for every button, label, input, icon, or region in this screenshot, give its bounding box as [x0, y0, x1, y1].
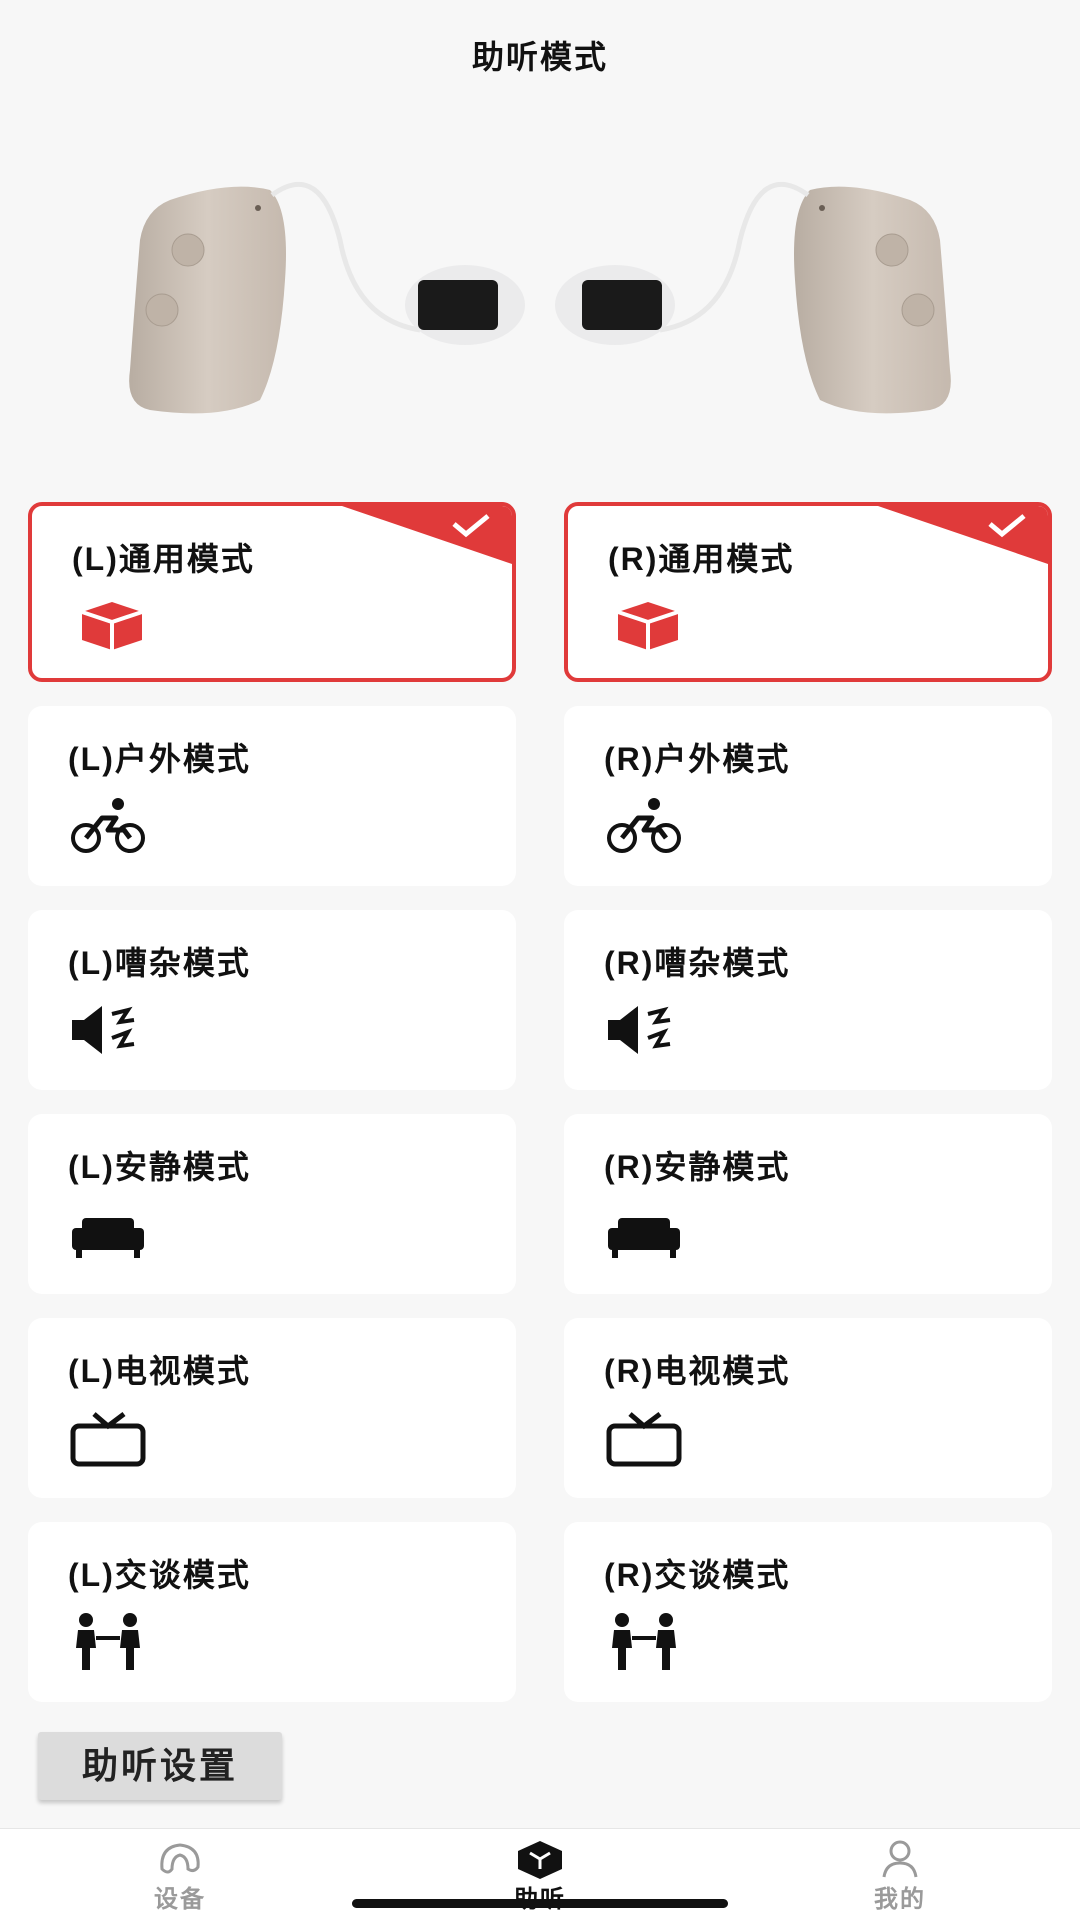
hearing-cube-icon: [514, 1839, 566, 1879]
bicycle-icon: [604, 796, 684, 856]
tv-icon: [604, 1408, 684, 1468]
mode-card-left[interactable]: (L)安静模式: [28, 1114, 516, 1294]
user-icon: [874, 1839, 926, 1879]
mode-label: (R)电视模式: [604, 1353, 791, 1389]
mode-card-right[interactable]: (R)电视模式: [564, 1318, 1052, 1498]
selected-check-icon: [342, 506, 512, 564]
mode-card-left[interactable]: (L)电视模式: [28, 1318, 516, 1498]
mode-card-left[interactable]: (L)嘈杂模式: [28, 910, 516, 1090]
speaker-noise-icon: [68, 1000, 148, 1060]
device-icon: [154, 1839, 206, 1879]
tv-icon: [68, 1408, 148, 1468]
hearing-aids-image: [0, 160, 1080, 460]
tab-device[interactable]: 设备: [80, 1829, 280, 1921]
people-talking-icon: [68, 1612, 148, 1672]
tab-mine[interactable]: 我的: [800, 1829, 1000, 1921]
sofa-icon: [604, 1204, 684, 1264]
tab-label: 助听: [440, 1879, 640, 1914]
mode-label: (L)嘈杂模式: [68, 945, 251, 981]
mode-card-right[interactable]: (R)安静模式: [564, 1114, 1052, 1294]
mode-label: (L)通用模式: [72, 541, 255, 577]
mode-label: (R)通用模式: [608, 541, 795, 577]
check-icon: [878, 506, 1048, 564]
tab-label: 我的: [874, 1886, 926, 1913]
mode-label: (R)嘈杂模式: [604, 945, 791, 981]
cube-icon: [608, 596, 688, 656]
hearing-settings-button[interactable]: 助听设置: [38, 1732, 282, 1800]
sofa-icon: [68, 1204, 148, 1264]
mode-card-left[interactable]: (L)户外模式: [28, 706, 516, 886]
mode-card-left[interactable]: (L)通用模式: [28, 502, 516, 682]
mode-card-right[interactable]: (R)交谈模式: [564, 1522, 1052, 1702]
mode-label: (L)安静模式: [68, 1149, 251, 1185]
speaker-noise-icon: [604, 1000, 684, 1060]
selected-check-icon: [878, 506, 1048, 564]
page-title: 助听模式: [471, 39, 608, 75]
mode-label: (L)交谈模式: [68, 1557, 251, 1593]
mode-label: (L)户外模式: [68, 741, 251, 777]
cube-icon: [72, 596, 152, 656]
tab-label: 设备: [154, 1886, 206, 1913]
mode-label: (R)安静模式: [604, 1149, 791, 1185]
mode-label: (R)交谈模式: [604, 1557, 791, 1593]
mode-label: (L)电视模式: [68, 1353, 251, 1389]
people-talking-icon: [604, 1612, 684, 1672]
mode-card-right[interactable]: (R)通用模式: [564, 502, 1052, 682]
check-icon: [342, 506, 512, 564]
mode-card-right[interactable]: (R)嘈杂模式: [564, 910, 1052, 1090]
mode-label: (R)户外模式: [604, 741, 791, 777]
mode-card-right[interactable]: (R)户外模式: [564, 706, 1052, 886]
bicycle-icon: [68, 796, 148, 856]
mode-card-left[interactable]: (L)交谈模式: [28, 1522, 516, 1702]
home-indicator: [352, 1899, 728, 1908]
